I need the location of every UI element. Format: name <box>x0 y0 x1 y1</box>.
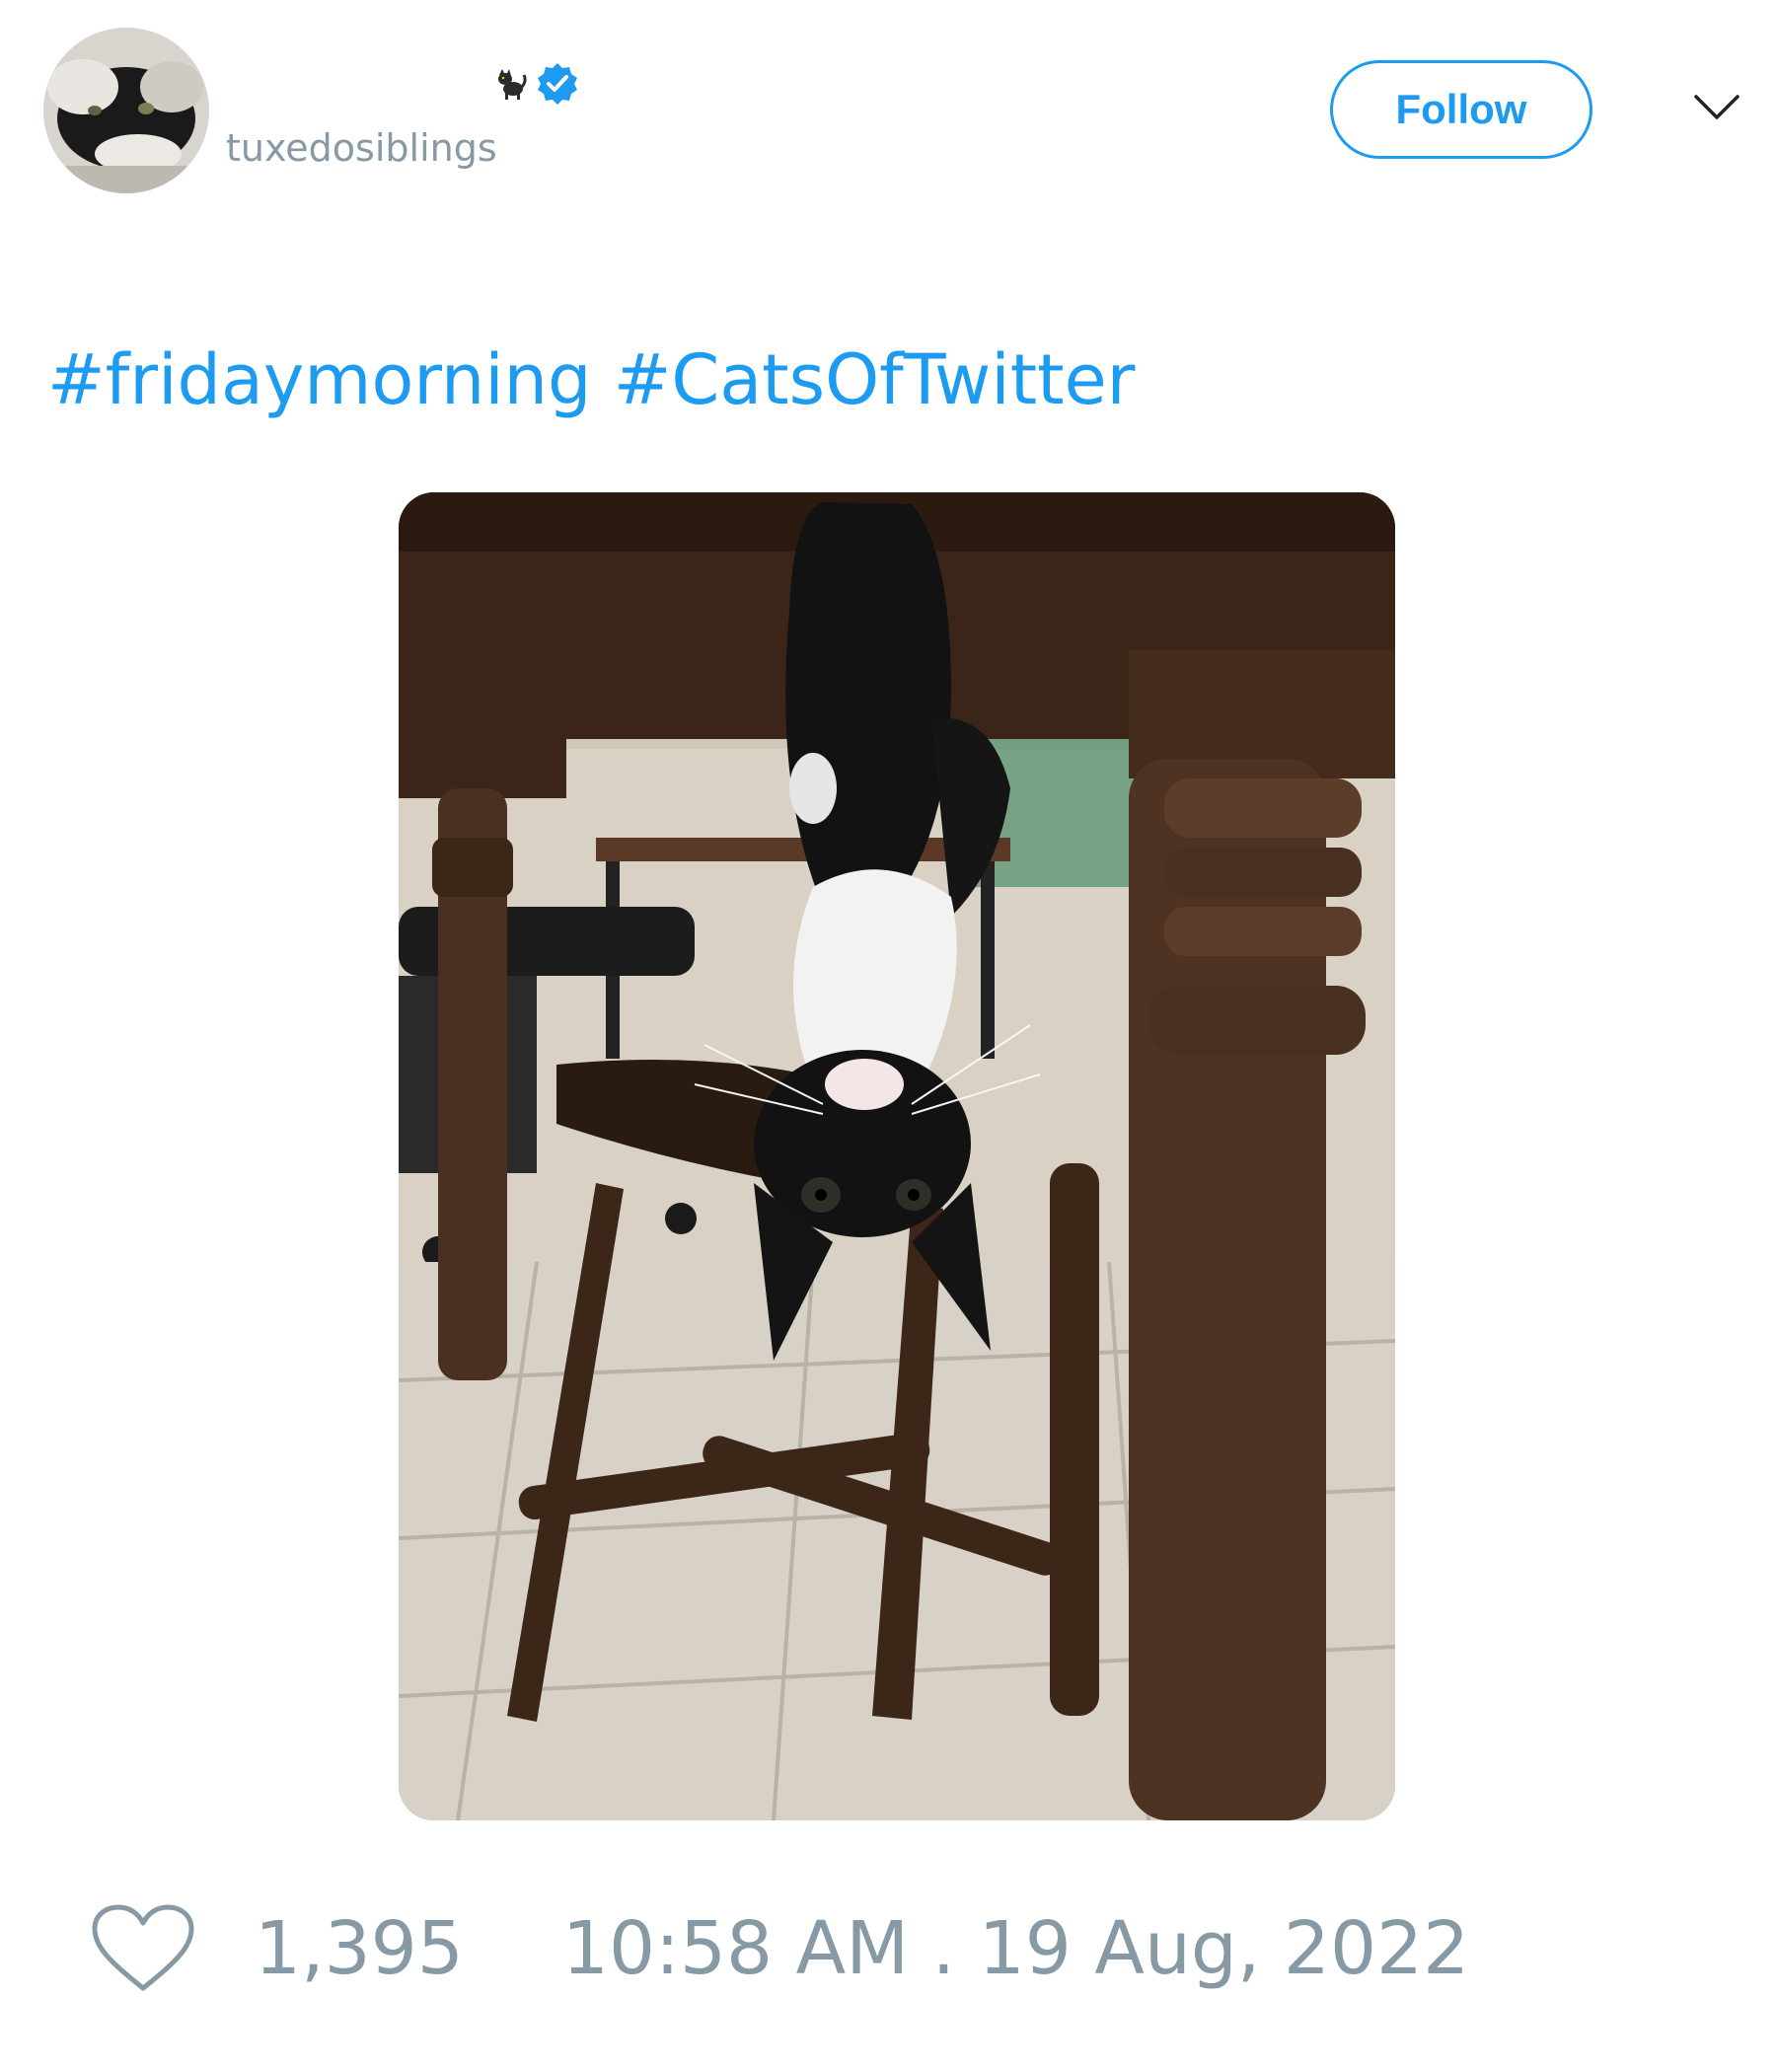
display-name[interactable] <box>493 57 580 111</box>
like-count: 1,395 <box>255 1906 464 1991</box>
tweet-photo[interactable] <box>399 492 1395 1820</box>
timestamp[interactable]: 10:58 AM . 19 Aug, 2022 <box>562 1906 1469 1991</box>
tweet-text: #fridaymorning #CatsOfTwitter <box>47 345 1135 414</box>
author-handle[interactable]: tuxedosiblings <box>226 126 497 170</box>
avatar[interactable] <box>43 28 209 193</box>
follow-button[interactable]: Follow <box>1330 60 1592 159</box>
tweet-footer: 1,395 10:58 AM . 19 Aug, 2022 <box>91 1899 1469 1998</box>
hashtag-link[interactable]: #CatsOfTwitter <box>614 339 1136 420</box>
hashtag-link[interactable]: #fridaymorning <box>47 339 591 420</box>
heart-icon[interactable] <box>91 1903 195 1994</box>
tuxedo-cat-avatar-icon <box>43 28 209 193</box>
photo-cat-hanging-under-table-icon <box>399 492 1395 1820</box>
chevron-down-icon[interactable] <box>1693 93 1740 122</box>
verified-badge-icon <box>535 61 580 107</box>
cat-emoji-icon <box>493 67 527 101</box>
